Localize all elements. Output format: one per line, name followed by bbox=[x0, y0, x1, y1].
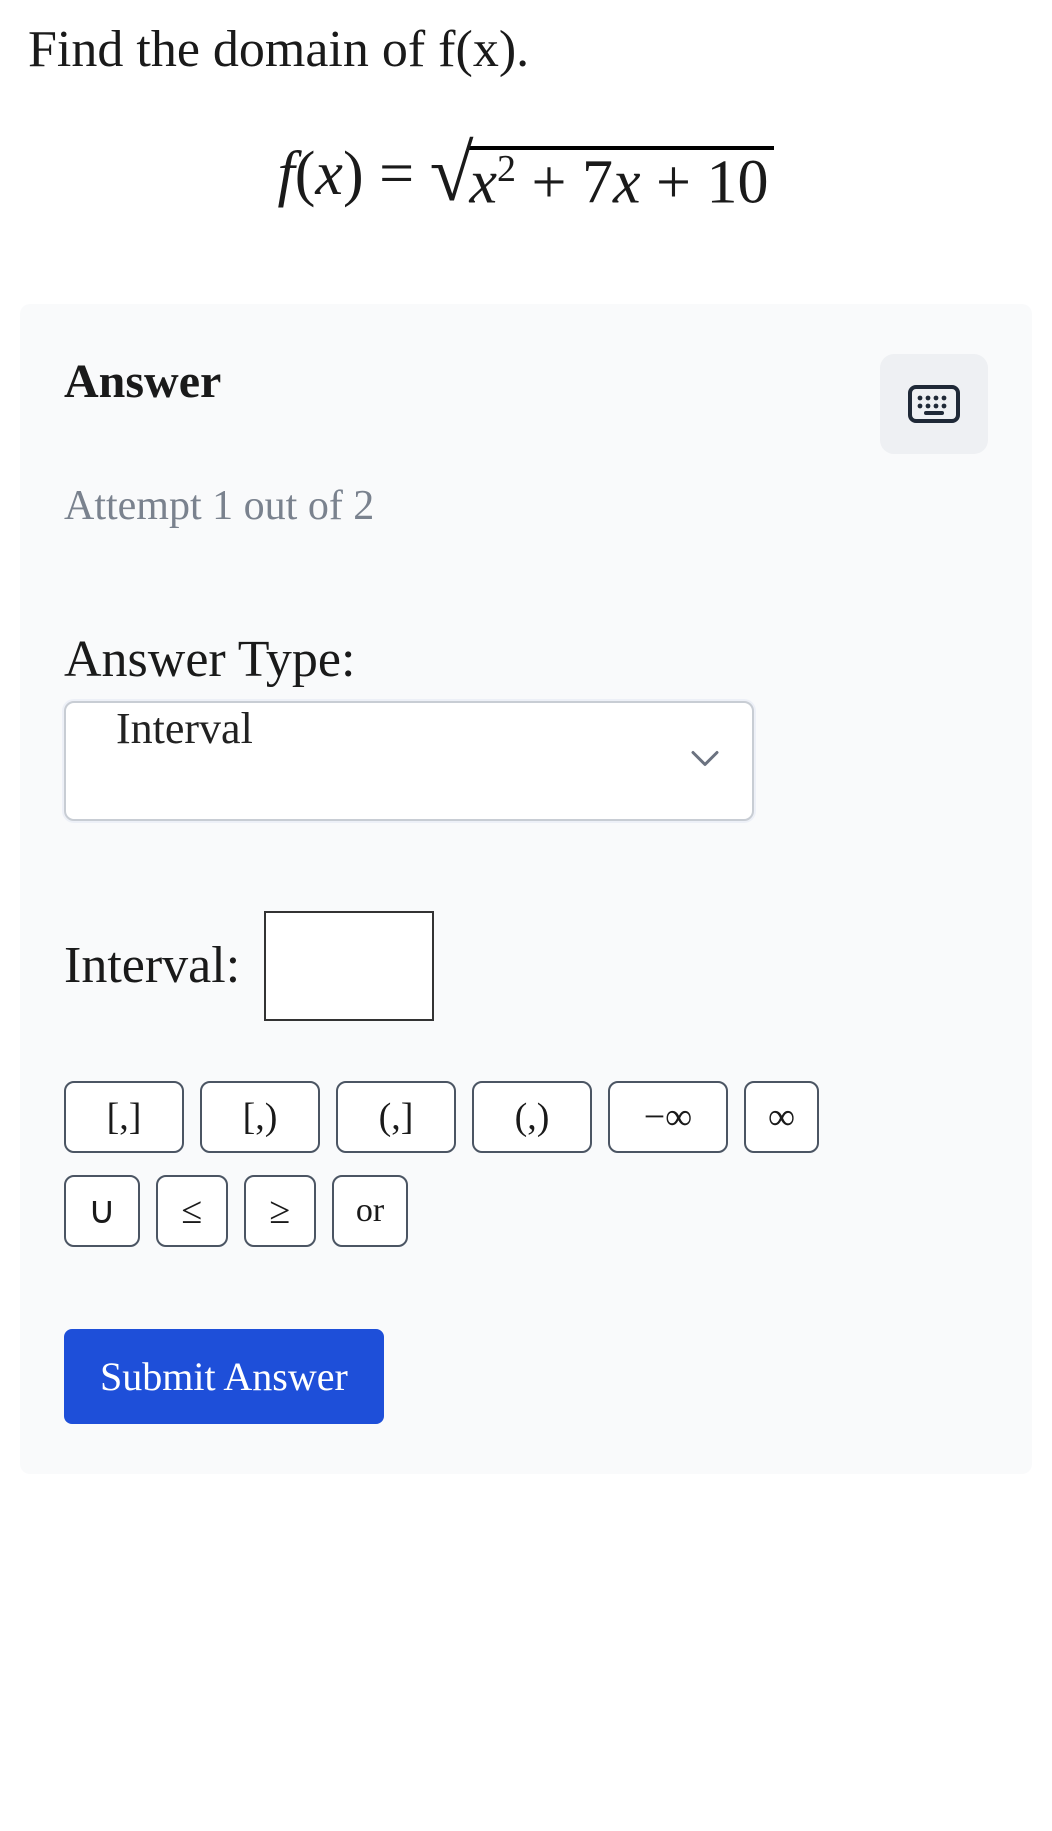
sqrt-expression: √ x2 + 7x + 10 bbox=[430, 146, 775, 214]
rad-x1: x bbox=[469, 149, 497, 217]
interval-label: Interval: bbox=[64, 936, 240, 995]
attempt-counter: Attempt 1 out of 2 bbox=[64, 482, 988, 530]
submit-answer-button[interactable]: Submit Answer bbox=[64, 1329, 384, 1424]
neg-infinity-button[interactable]: −∞ bbox=[608, 1081, 728, 1153]
geq-button[interactable]: ≥ bbox=[244, 1175, 316, 1247]
rad-exp: 2 bbox=[497, 148, 516, 190]
rad-plus2: + bbox=[656, 149, 706, 217]
answer-type-select[interactable]: Interval bbox=[64, 701, 754, 821]
bracket-closed-closed-button[interactable]: [,] bbox=[64, 1081, 184, 1153]
eq-lparen: ( bbox=[295, 140, 316, 208]
answer-type-select-wrap: Interval bbox=[64, 701, 754, 821]
bracket-closed-open-button[interactable]: [,) bbox=[200, 1081, 320, 1153]
eq-func: f bbox=[278, 140, 295, 208]
eq-rparen: ) bbox=[343, 140, 364, 208]
equation-display: f(x) = √ x2 + 7x + 10 bbox=[20, 139, 1032, 214]
or-button[interactable]: or bbox=[332, 1175, 408, 1247]
bracket-open-open-button[interactable]: (,) bbox=[472, 1081, 592, 1153]
union-button[interactable]: ∪ bbox=[64, 1175, 140, 1247]
eq-var: x bbox=[315, 140, 343, 208]
answer-panel: Answer Attempt 1 out of 2 Answer Type: I… bbox=[20, 304, 1032, 1474]
keyboard-icon bbox=[908, 385, 960, 423]
interval-input[interactable] bbox=[264, 911, 434, 1021]
infinity-button[interactable]: ∞ bbox=[744, 1081, 819, 1153]
leq-button[interactable]: ≤ bbox=[156, 1175, 228, 1247]
keyboard-button[interactable] bbox=[880, 354, 988, 454]
rad-const: 10 bbox=[706, 149, 768, 217]
symbol-keypad: [,] [,) (,] (,) −∞ ∞ ∪ ≤ ≥ or bbox=[64, 1081, 988, 1247]
eq-equals: = bbox=[379, 140, 429, 208]
answer-title: Answer bbox=[64, 354, 221, 409]
rad-coef2: 7 bbox=[582, 149, 613, 217]
rad-x2: x bbox=[613, 149, 641, 217]
radicand: x2 + 7x + 10 bbox=[467, 146, 774, 214]
question-prompt: Find the domain of f(x). bbox=[20, 20, 1032, 79]
answer-type-label: Answer Type: bbox=[64, 630, 988, 689]
rad-plus1: + bbox=[532, 149, 582, 217]
radical-sign-icon: √ bbox=[430, 150, 474, 198]
symbol-row-1: [,] [,) (,] (,) −∞ ∞ bbox=[64, 1081, 988, 1153]
bracket-open-closed-button[interactable]: (,] bbox=[336, 1081, 456, 1153]
symbol-row-2: ∪ ≤ ≥ or bbox=[64, 1175, 988, 1247]
